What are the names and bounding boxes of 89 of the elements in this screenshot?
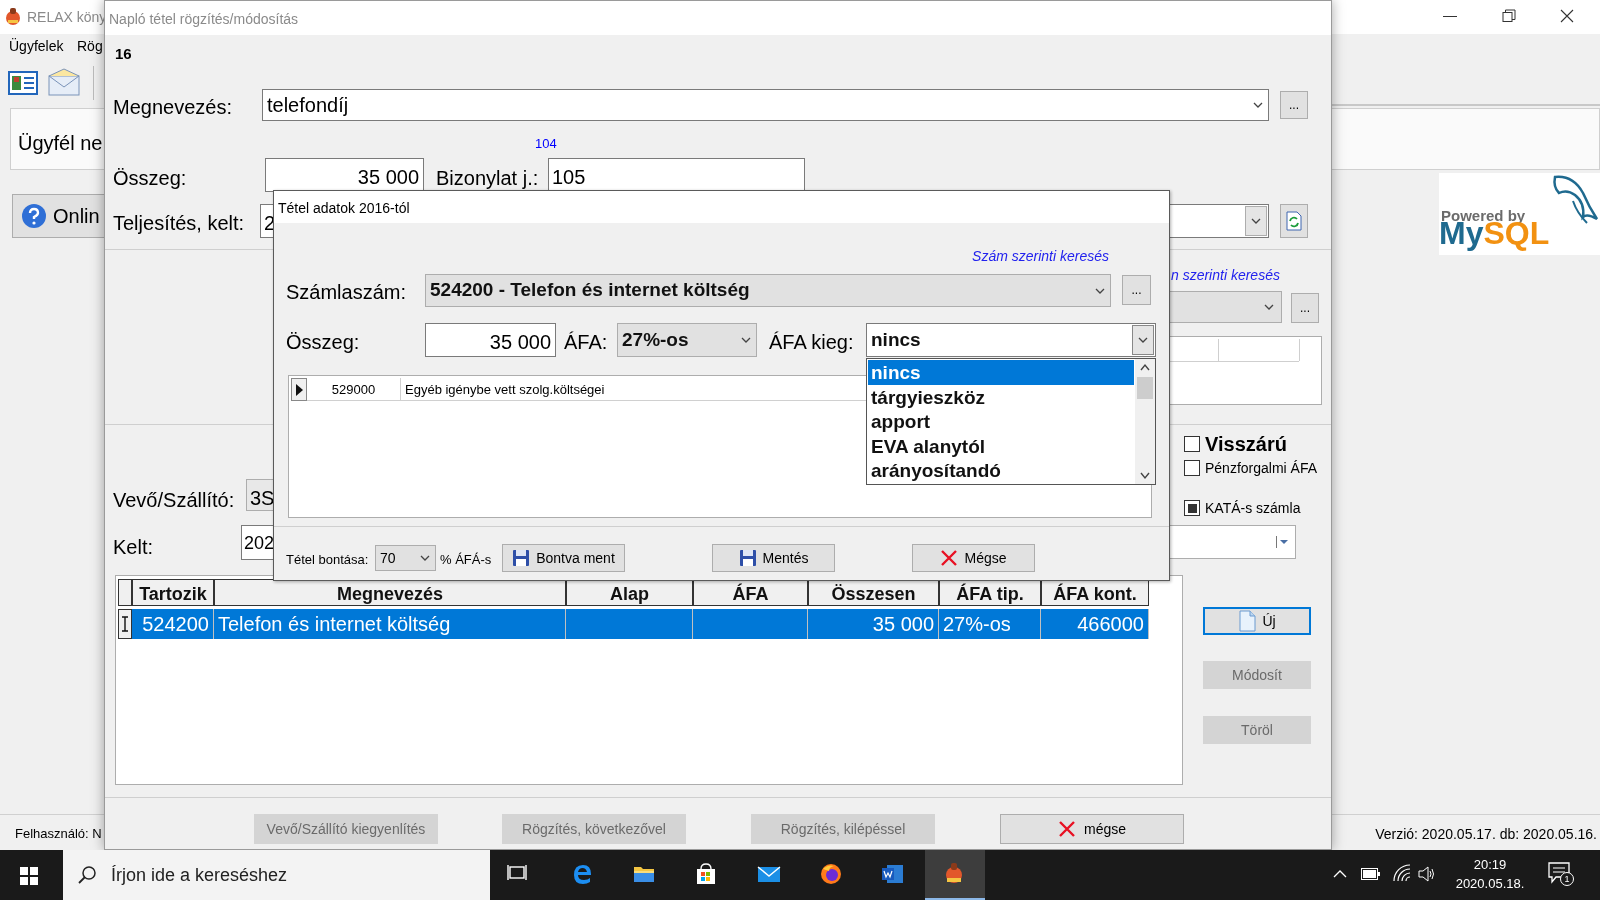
combo-box[interactable]: 27%-os (617, 323, 757, 357)
browse-button[interactable]: ... (1280, 91, 1308, 119)
scrollbar[interactable] (1135, 359, 1155, 484)
counter-label: 104 (535, 135, 557, 153)
document-icon (1238, 610, 1257, 632)
column-header[interactable]: Megnevezés (214, 579, 566, 606)
browse-button[interactable]: ... (1122, 275, 1151, 305)
column-header[interactable]: ÁFA (693, 579, 808, 606)
table-cell: 35 000 (808, 609, 939, 639)
speech-bubble-icon (1548, 862, 1570, 884)
combo-box[interactable]: 70 (375, 545, 436, 571)
table-cell-text: Egyéb igénybe vett szolg.költségei (404, 381, 605, 399)
save-button[interactable]: Mentés (712, 544, 835, 572)
table-cell: Telefon és internet költség (214, 609, 566, 639)
dropdown-option[interactable]: nincs (868, 360, 1134, 385)
chevron-down-icon[interactable] (1139, 472, 1151, 480)
combo-box[interactable]: telefondíj (262, 89, 1269, 121)
checkbox-label: KATÁ-s számla (1205, 501, 1301, 515)
document-number-field[interactable]: 105 (548, 158, 805, 192)
checkbox[interactable] (1184, 436, 1200, 452)
user-label: Felhasználó: N (15, 825, 102, 843)
battery-icon[interactable] (1361, 868, 1381, 880)
app-icon (4, 6, 22, 26)
row-pointer-icon (295, 383, 303, 396)
search-icon (77, 865, 97, 885)
browse-button[interactable]: ... (1291, 293, 1319, 323)
popup-title: Tétel adatok 2016-tól (278, 199, 410, 218)
field-label: Bizonylat j.: (436, 166, 539, 191)
contact-card-icon[interactable] (8, 70, 38, 96)
column-header[interactable]: Összesen (808, 579, 939, 606)
wifi-icon[interactable] (1393, 864, 1411, 882)
save-button[interactable]: Bontva ment (502, 544, 625, 572)
field-label: Tétel bontása: (286, 551, 369, 569)
speaker-icon[interactable] (1418, 865, 1436, 883)
refresh-icon (1285, 211, 1303, 231)
menu-item[interactable]: Rög (77, 36, 103, 57)
checkbox[interactable] (1184, 460, 1200, 476)
combo-box[interactable]: 524200 - Telefon és internet költség (425, 274, 1111, 307)
cancel-button[interactable]: mégse (1000, 814, 1184, 844)
caret-icon (1275, 535, 1289, 549)
checkbox[interactable] (1184, 500, 1200, 516)
notification-badge: 1 (1560, 872, 1574, 886)
minimize-icon[interactable] (1443, 16, 1457, 18)
restore-icon[interactable] (1502, 9, 1516, 23)
clock[interactable]: 20:19 2020.05.18. (1452, 855, 1528, 893)
version-label: Verzió: 2020.05.17. db: 2020.05.16. (1375, 825, 1597, 844)
combo-box[interactable]: nincs (866, 323, 1156, 357)
field-label: ÁFA kieg: (769, 330, 854, 355)
search-field[interactable]: Írjon ide a kereséshez (63, 850, 490, 900)
close-icon (1058, 820, 1076, 838)
checkbox-label: Visszárú (1205, 434, 1287, 454)
column-header[interactable]: ÁFA kont. (1041, 579, 1149, 606)
record-number: 16 (115, 44, 132, 64)
browser-icon (820, 863, 844, 887)
dialog-title: Napló tétel rögzítés/módosítás (109, 10, 299, 29)
column-header[interactable]: ÁFA tip. (939, 579, 1041, 606)
field-label: Megnevezés: (113, 95, 232, 120)
search-link[interactable]: n szerinti keresés (1171, 265, 1280, 286)
panel-label: Ügyfél ne (18, 131, 103, 156)
windows-start-icon[interactable] (20, 867, 38, 885)
field-label: Számlaszám: (286, 280, 407, 305)
amount-field[interactable]: 35 000 (425, 323, 556, 357)
checkbox-label: Pénzforgalmi ÁFA (1205, 461, 1318, 475)
table-cell: 524200 (132, 609, 214, 639)
amount-field[interactable]: 35 000 (265, 158, 424, 192)
table-cell: 466000 (1041, 609, 1149, 639)
new-button[interactable]: Új (1203, 607, 1311, 635)
notification-button[interactable]: 1 (1548, 862, 1574, 888)
field-label: Összeg: (286, 330, 360, 355)
menu-item[interactable]: Ügyfelek (9, 36, 64, 57)
search-link[interactable]: Szám szerinti keresés (972, 246, 1109, 267)
text-cursor-icon (121, 616, 129, 632)
field-label: ÁFA: (564, 330, 608, 355)
field-label: Összeg: (113, 166, 187, 191)
column-header[interactable]: Alap (566, 579, 693, 606)
unit-label: % ÁFÁ-s (440, 551, 492, 569)
close-icon[interactable] (1560, 9, 1574, 23)
column-header[interactable]: Tartozik (132, 579, 214, 606)
help-icon (21, 203, 47, 229)
chevron-up-icon[interactable] (1139, 363, 1151, 371)
field-label: Vevő/Szállító: (113, 488, 235, 513)
refresh-button[interactable] (1280, 204, 1308, 238)
table-cell: 27%-os (939, 609, 1041, 639)
header-corner (118, 579, 132, 606)
table-cell: 529000 (307, 378, 401, 401)
close-icon (940, 549, 959, 567)
field-label: Kelt: (113, 535, 154, 560)
cancel-button[interactable]: Mégse (912, 544, 1035, 572)
scrollbar-thumb[interactable] (1137, 377, 1153, 399)
